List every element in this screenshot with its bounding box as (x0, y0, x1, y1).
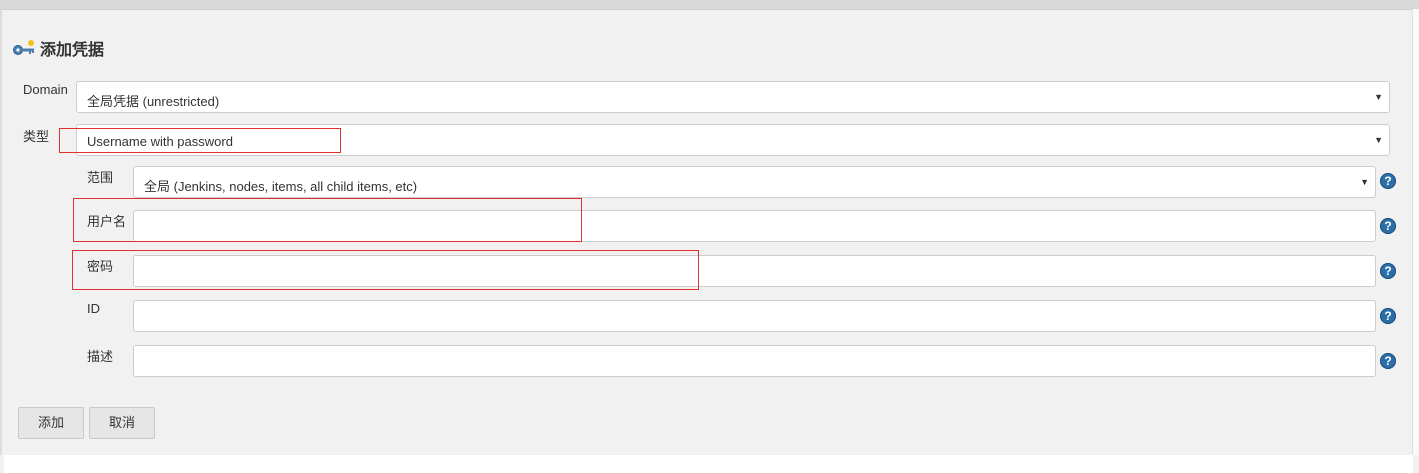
credentials-key-icon (13, 40, 34, 55)
id-label: ID (87, 301, 100, 316)
scope-selected-value: 全局 (Jenkins, nodes, items, all child ite… (144, 179, 418, 194)
dropdown-arrow-icon: ▼ (1374, 135, 1383, 145)
domain-label: Domain (23, 82, 68, 97)
scope-select[interactable]: 全局 (Jenkins, nodes, items, all child ite… (133, 166, 1376, 198)
help-icon[interactable]: ? (1380, 353, 1396, 369)
annotation-box-kind (59, 128, 341, 153)
top-bar (0, 0, 1419, 10)
scope-label: 范围 (87, 170, 114, 185)
domain-selected-value: 全局凭据 (unrestricted) (87, 94, 220, 109)
right-scrollbar[interactable] (1412, 9, 1419, 455)
page-header: 添加凭据 (12, 36, 104, 60)
cancel-button[interactable]: 取消 (89, 407, 155, 439)
help-icon[interactable]: ? (1380, 263, 1396, 279)
help-icon[interactable]: ? (1380, 218, 1396, 234)
help-icon[interactable]: ? (1380, 308, 1396, 324)
annotation-box-password (72, 250, 699, 290)
id-input[interactable] (133, 300, 1376, 332)
description-input[interactable] (133, 345, 1376, 377)
dropdown-arrow-icon: ▼ (1360, 177, 1369, 187)
add-button[interactable]: 添加 (18, 407, 84, 439)
kind-label: 类型 (23, 129, 50, 144)
bottom-area (4, 455, 1413, 473)
left-border (0, 9, 2, 455)
dropdown-arrow-icon: ▼ (1374, 92, 1383, 102)
description-label: 描述 (87, 349, 114, 364)
help-icon[interactable]: ? (1380, 173, 1396, 189)
annotation-box-username (73, 198, 582, 242)
domain-select[interactable]: 全局凭据 (unrestricted) ▼ (76, 81, 1390, 113)
page-title: 添加凭据 (40, 42, 105, 59)
